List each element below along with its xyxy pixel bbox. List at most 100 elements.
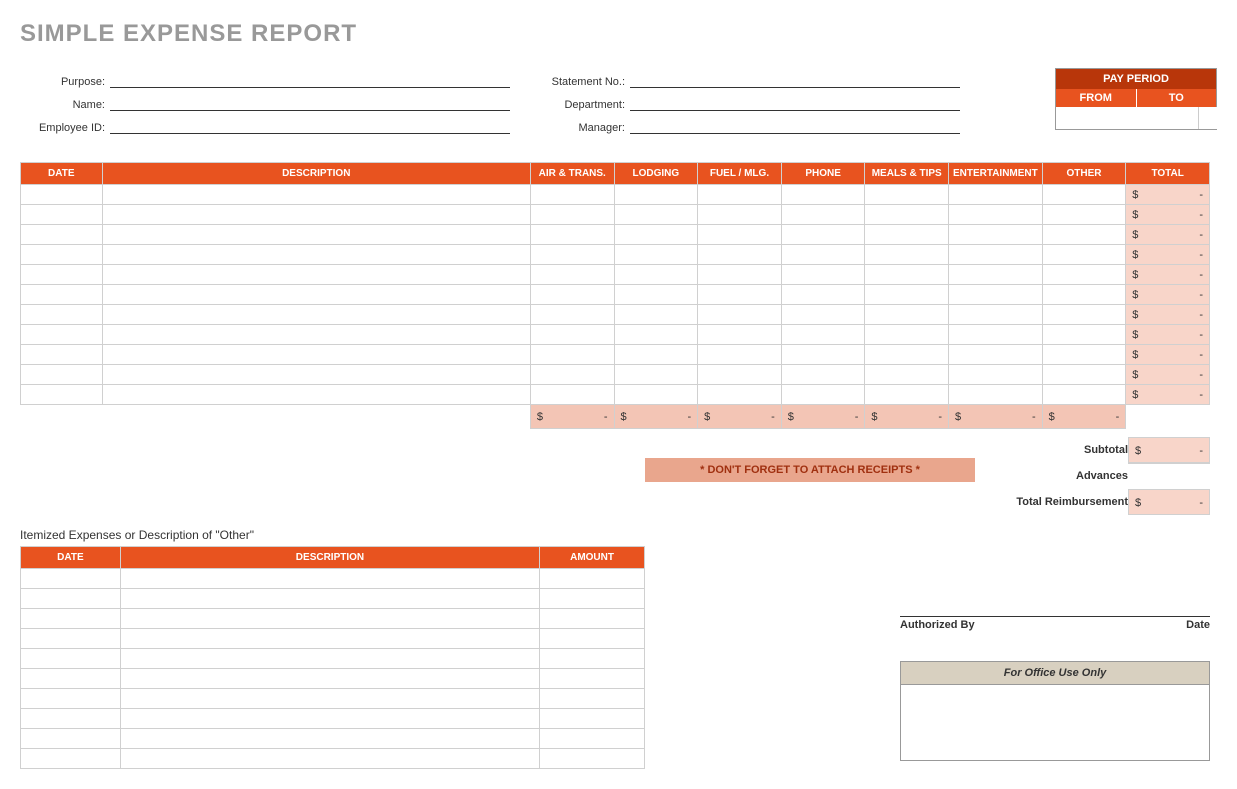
cell-input[interactable] [540, 609, 644, 628]
cell-input[interactable] [121, 649, 539, 668]
cell-input[interactable] [540, 729, 644, 748]
cell-input[interactable] [782, 385, 865, 404]
cell-input[interactable] [21, 689, 120, 708]
cell-input[interactable] [949, 245, 1042, 264]
cell-input[interactable] [531, 325, 614, 344]
cell-input[interactable] [865, 385, 948, 404]
cell-input[interactable] [531, 385, 614, 404]
cell-input[interactable] [21, 589, 120, 608]
cell-input[interactable] [615, 225, 698, 244]
cell-input[interactable] [21, 365, 102, 384]
department-input[interactable] [630, 93, 960, 111]
cell-input[interactable] [103, 385, 530, 404]
cell-input[interactable] [531, 185, 614, 204]
cell-input[interactable] [121, 729, 539, 748]
cell-input[interactable] [21, 385, 102, 404]
cell-input[interactable] [21, 729, 120, 748]
cell-input[interactable] [782, 245, 865, 264]
cell-input[interactable] [1043, 265, 1126, 284]
cell-input[interactable] [615, 265, 698, 284]
cell-input[interactable] [949, 225, 1042, 244]
cell-input[interactable] [865, 285, 948, 304]
cell-input[interactable] [949, 365, 1042, 384]
cell-input[interactable] [1043, 185, 1126, 204]
cell-input[interactable] [949, 385, 1042, 404]
cell-input[interactable] [121, 589, 539, 608]
cell-input[interactable] [21, 245, 102, 264]
cell-input[interactable] [698, 205, 781, 224]
cell-input[interactable] [103, 325, 530, 344]
cell-input[interactable] [531, 205, 614, 224]
cell-input[interactable] [698, 265, 781, 284]
cell-input[interactable] [540, 669, 644, 688]
cell-input[interactable] [1043, 345, 1126, 364]
cell-input[interactable] [865, 345, 948, 364]
cell-input[interactable] [540, 709, 644, 728]
cell-input[interactable] [615, 385, 698, 404]
cell-input[interactable] [615, 245, 698, 264]
cell-input[interactable] [865, 185, 948, 204]
cell-input[interactable] [1043, 385, 1126, 404]
cell-input[interactable] [103, 345, 530, 364]
cell-input[interactable] [865, 265, 948, 284]
cell-input[interactable] [949, 345, 1042, 364]
cell-input[interactable] [121, 709, 539, 728]
pay-to-input[interactable] [1199, 107, 1237, 129]
cell-input[interactable] [698, 245, 781, 264]
employee-id-input[interactable] [110, 116, 510, 134]
cell-input[interactable] [531, 345, 614, 364]
cell-input[interactable] [21, 185, 102, 204]
cell-input[interactable] [103, 185, 530, 204]
cell-input[interactable] [782, 185, 865, 204]
cell-input[interactable] [1043, 305, 1126, 324]
cell-input[interactable] [615, 305, 698, 324]
cell-input[interactable] [698, 305, 781, 324]
cell-input[interactable] [1043, 365, 1126, 384]
cell-input[interactable] [540, 569, 644, 588]
cell-input[interactable] [698, 185, 781, 204]
cell-input[interactable] [1043, 245, 1126, 264]
cell-input[interactable] [21, 609, 120, 628]
cell-input[interactable] [21, 345, 102, 364]
cell-input[interactable] [615, 285, 698, 304]
cell-input[interactable] [949, 185, 1042, 204]
cell-input[interactable] [21, 669, 120, 688]
statement-input[interactable] [630, 70, 960, 88]
cell-input[interactable] [949, 205, 1042, 224]
cell-input[interactable] [21, 709, 120, 728]
cell-input[interactable] [21, 285, 102, 304]
purpose-input[interactable] [110, 70, 510, 88]
cell-input[interactable] [21, 265, 102, 284]
cell-input[interactable] [121, 629, 539, 648]
pay-from-input[interactable] [1056, 107, 1199, 129]
cell-input[interactable] [531, 245, 614, 264]
cell-input[interactable] [949, 285, 1042, 304]
cell-input[interactable] [121, 669, 539, 688]
advances-value[interactable] [1128, 463, 1210, 489]
cell-input[interactable] [21, 649, 120, 668]
cell-input[interactable] [865, 325, 948, 344]
cell-input[interactable] [865, 365, 948, 384]
cell-input[interactable] [121, 689, 539, 708]
cell-input[interactable] [540, 589, 644, 608]
cell-input[interactable] [21, 225, 102, 244]
cell-input[interactable] [540, 689, 644, 708]
manager-input[interactable] [630, 116, 960, 134]
cell-input[interactable] [615, 345, 698, 364]
cell-input[interactable] [782, 325, 865, 344]
cell-input[interactable] [531, 305, 614, 324]
cell-input[interactable] [1043, 225, 1126, 244]
cell-input[interactable] [540, 649, 644, 668]
cell-input[interactable] [103, 305, 530, 324]
cell-input[interactable] [21, 629, 120, 648]
cell-input[interactable] [949, 325, 1042, 344]
cell-input[interactable] [531, 365, 614, 384]
cell-input[interactable] [615, 365, 698, 384]
cell-input[interactable] [698, 325, 781, 344]
cell-input[interactable] [615, 185, 698, 204]
cell-input[interactable] [698, 385, 781, 404]
cell-input[interactable] [615, 205, 698, 224]
cell-input[interactable] [21, 569, 120, 588]
cell-input[interactable] [782, 305, 865, 324]
cell-input[interactable] [21, 325, 102, 344]
